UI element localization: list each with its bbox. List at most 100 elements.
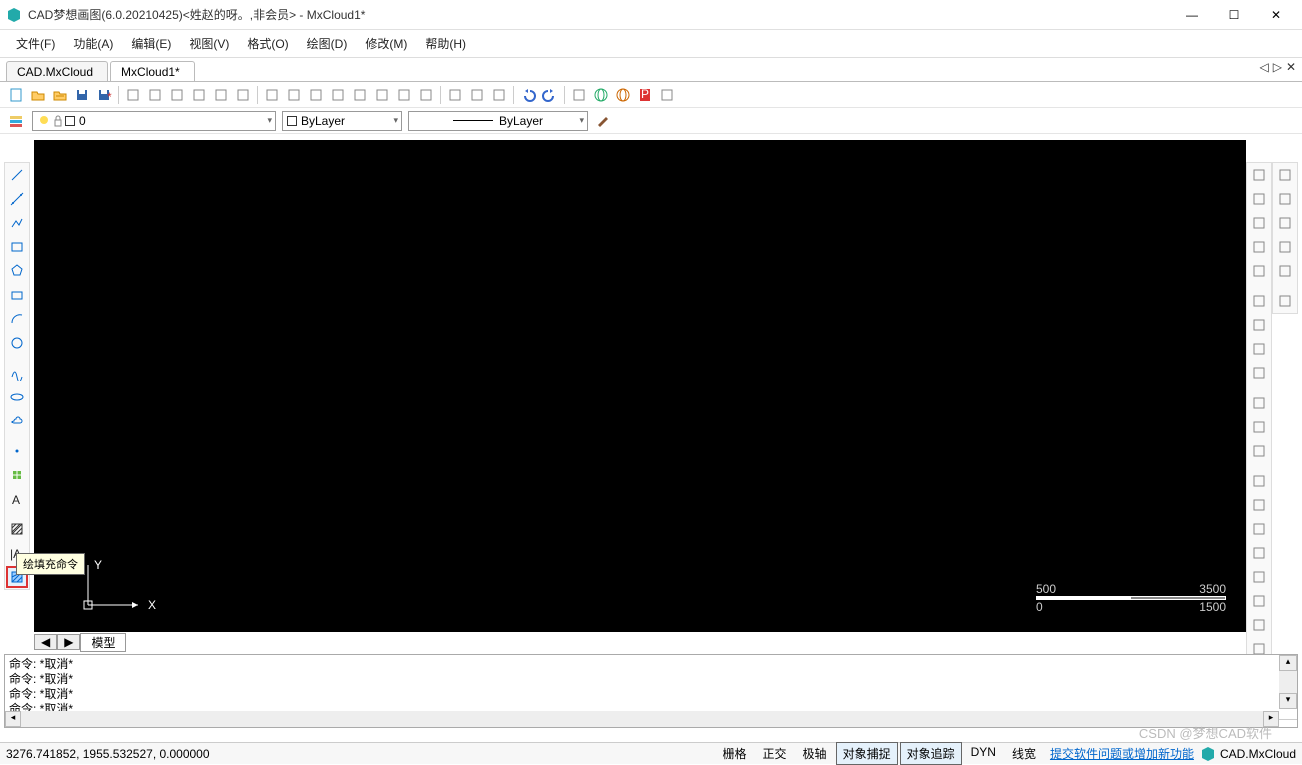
- rect2-button[interactable]: [6, 284, 28, 306]
- globe-button[interactable]: [591, 85, 611, 105]
- spline-button[interactable]: [6, 362, 28, 384]
- linetype-button[interactable]: [350, 85, 370, 105]
- layout-prev-button[interactable]: ◀: [34, 634, 57, 650]
- status-正交-toggle[interactable]: 正交: [756, 742, 794, 765]
- open-button[interactable]: [28, 85, 48, 105]
- menu-view[interactable]: 视图(V): [181, 31, 237, 56]
- menu-file[interactable]: 文件(F): [8, 31, 63, 56]
- circle-button[interactable]: [6, 332, 28, 354]
- angle-button[interactable]: [233, 85, 253, 105]
- tab-prev-button[interactable]: ◁: [1259, 60, 1268, 74]
- layout-next-button[interactable]: ▶: [57, 634, 80, 650]
- zoom-realtime-button[interactable]: [284, 85, 304, 105]
- break-pt-button[interactable]: [1248, 440, 1270, 462]
- globe2-button[interactable]: [613, 85, 633, 105]
- offset-button[interactable]: [1248, 188, 1270, 210]
- cmd-scroll-up[interactable]: ▴: [1279, 655, 1297, 671]
- status-极轴-toggle[interactable]: 极轴: [796, 742, 834, 765]
- line-button[interactable]: [6, 164, 28, 186]
- pan-button[interactable]: [306, 85, 326, 105]
- pdf-button[interactable]: PDF: [635, 85, 655, 105]
- extend-button[interactable]: [1248, 416, 1270, 438]
- link-button[interactable]: [1274, 188, 1296, 210]
- sel-all-button[interactable]: [1274, 290, 1296, 312]
- open2-button[interactable]: [50, 85, 70, 105]
- menu-help[interactable]: 帮助(H): [417, 31, 474, 56]
- lineweight-button[interactable]: [394, 85, 414, 105]
- array-button[interactable]: [1248, 338, 1270, 360]
- xline-button[interactable]: [6, 188, 28, 210]
- maximize-button[interactable]: ☐: [1214, 3, 1254, 27]
- zoom-ext-button[interactable]: [167, 85, 187, 105]
- zoom-in-button[interactable]: [145, 85, 165, 105]
- redo-button[interactable]: [540, 85, 560, 105]
- match-prop-button[interactable]: [1274, 164, 1296, 186]
- dim-lin-button[interactable]: [1248, 542, 1270, 564]
- tab-close-button[interactable]: ✕: [1286, 60, 1296, 74]
- fillet-button[interactable]: [1248, 314, 1270, 336]
- print-button[interactable]: [416, 85, 436, 105]
- feedback-link[interactable]: 提交软件问题或增加新功能: [1050, 745, 1194, 762]
- text-a-button[interactable]: A: [6, 488, 28, 510]
- revcloud-button[interactable]: [6, 410, 28, 432]
- lineweight-button[interactable]: [594, 111, 614, 131]
- doc-tab-1[interactable]: MxCloud1*: [110, 61, 195, 81]
- saveas-button[interactable]: *: [94, 85, 114, 105]
- layer-draw-button[interactable]: [328, 85, 348, 105]
- status-DYN-toggle[interactable]: DYN: [964, 742, 1003, 765]
- close-button[interactable]: ✕: [1256, 3, 1296, 27]
- mirror-button[interactable]: [1248, 362, 1270, 384]
- layers-g-button[interactable]: [1248, 212, 1270, 234]
- insert-button[interactable]: [467, 85, 487, 105]
- save-button[interactable]: [72, 85, 92, 105]
- menu-draw[interactable]: 绘图(D): [299, 31, 356, 56]
- match-button[interactable]: [1248, 518, 1270, 540]
- cmd-scroll-left[interactable]: ◂: [5, 711, 21, 727]
- model-tab[interactable]: 模型: [80, 633, 126, 652]
- menu-modify[interactable]: 修改(M): [357, 31, 415, 56]
- menu-edit[interactable]: 编辑(E): [123, 31, 179, 56]
- pline-button[interactable]: [6, 212, 28, 234]
- plot-button[interactable]: [569, 85, 589, 105]
- status-栅格-toggle[interactable]: 栅格: [716, 742, 754, 765]
- dim-dia-button[interactable]: [1248, 614, 1270, 636]
- zoom-prev-button[interactable]: [262, 85, 282, 105]
- hatch-button[interactable]: [6, 518, 28, 540]
- rotate-button[interactable]: [1274, 260, 1296, 282]
- layers-button[interactable]: [372, 85, 392, 105]
- chamfer-button[interactable]: [1248, 470, 1270, 492]
- dim-ang-button[interactable]: [1248, 566, 1270, 588]
- status-线宽-toggle[interactable]: 线宽: [1005, 742, 1043, 765]
- tab-next-button[interactable]: ▷: [1273, 60, 1282, 74]
- cmd-scroll-right[interactable]: ▸: [1263, 711, 1279, 727]
- menu-func[interactable]: 功能(A): [65, 31, 121, 56]
- layer-manager-button[interactable]: [6, 111, 26, 131]
- status-对象追踪-toggle[interactable]: 对象追踪: [900, 742, 962, 765]
- doc-tab-0[interactable]: CAD.MxCloud: [6, 61, 108, 81]
- cmd-scroll-down[interactable]: ▾: [1279, 693, 1297, 709]
- dist-button[interactable]: [211, 85, 231, 105]
- copy-props-button[interactable]: [1248, 164, 1270, 186]
- image-button[interactable]: [489, 85, 509, 105]
- zoom-win-button[interactable]: [123, 85, 143, 105]
- minimize-button[interactable]: ―: [1172, 3, 1212, 27]
- polygon-button[interactable]: [6, 260, 28, 282]
- ellipse-button[interactable]: [6, 386, 28, 408]
- drawing-canvas[interactable]: Y X 5003500 01500: [34, 140, 1246, 632]
- trim-button[interactable]: [1248, 392, 1270, 414]
- point-button[interactable]: [6, 440, 28, 462]
- rect-button[interactable]: [6, 236, 28, 258]
- copy-clip-button[interactable]: [1274, 212, 1296, 234]
- plus-button[interactable]: [1274, 236, 1296, 258]
- scale-box-button[interactable]: [1248, 290, 1270, 312]
- doc-button[interactable]: [657, 85, 677, 105]
- dim-rad-button[interactable]: [1248, 590, 1270, 612]
- undo-button[interactable]: [518, 85, 538, 105]
- menu-format[interactable]: 格式(O): [239, 31, 296, 56]
- explode-button[interactable]: [1248, 494, 1270, 516]
- move-g-button[interactable]: [1248, 236, 1270, 258]
- new-button[interactable]: [6, 85, 26, 105]
- color-select[interactable]: ByLayer: [282, 111, 402, 131]
- measure-button[interactable]: [189, 85, 209, 105]
- status-对象捕捉-toggle[interactable]: 对象捕捉: [836, 742, 898, 765]
